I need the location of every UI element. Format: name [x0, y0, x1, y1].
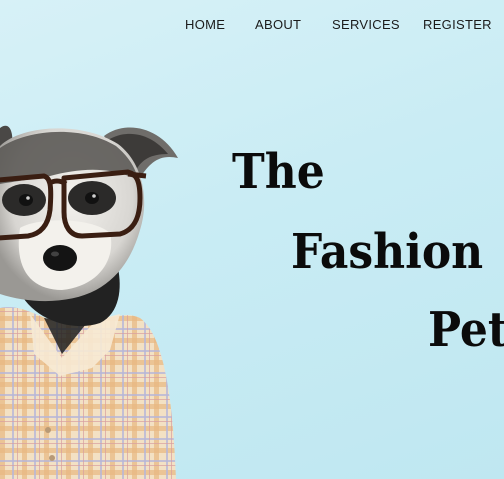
nav-link-register[interactable]: REGISTER [423, 17, 492, 33]
hero-title-word-pet: Pet [428, 302, 504, 358]
hero-title-word-the: The [232, 144, 325, 200]
dog-with-glasses-image [0, 125, 178, 479]
hero-title-word-fashion: Fashion [291, 224, 484, 280]
nav-link-services[interactable]: SERVICES [332, 17, 400, 33]
nav-link-home[interactable]: HOME [185, 17, 225, 33]
nav-link-about[interactable]: ABOUT [255, 17, 301, 33]
hero-section: HOME ABOUT SERVICES REGISTER The Fashion… [0, 0, 504, 479]
top-nav: HOME ABOUT SERVICES REGISTER [0, 17, 504, 37]
